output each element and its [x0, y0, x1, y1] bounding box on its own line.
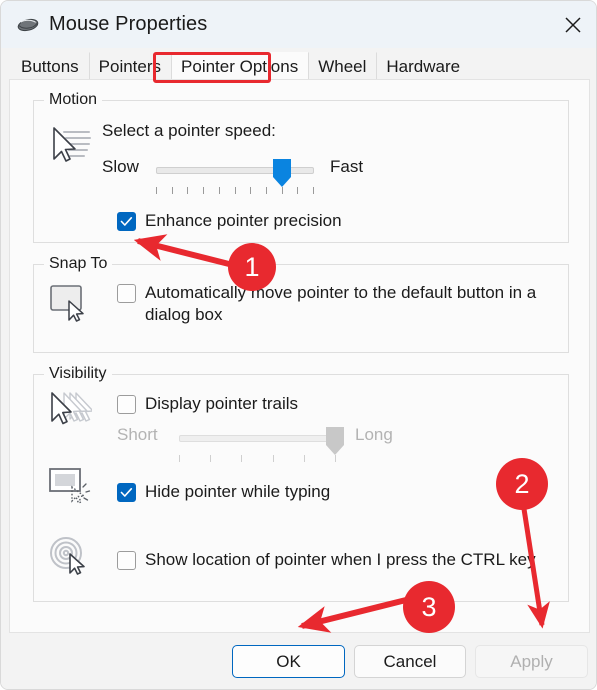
apply-button: Apply [475, 645, 588, 678]
pointer-trails-thumb[interactable] [325, 426, 345, 456]
enhance-pointer-precision-label: Enhance pointer precision [145, 211, 342, 230]
pointer-speed-icon [42, 121, 96, 167]
tab-strip: Buttons Pointers Pointer Options Wheel H… [1, 48, 596, 80]
pointer-trails-short-label: Short [117, 425, 158, 444]
pointer-speed-fast-label: Fast [330, 157, 364, 176]
checkbox-indicator-unchecked [117, 395, 136, 414]
pointer-trails-track[interactable] [179, 435, 336, 442]
display-pointer-trails-checkbox[interactable]: Display pointer trails [117, 393, 298, 415]
show-pointer-location-label: Show location of pointer when I press th… [145, 550, 536, 569]
pointer-speed-label: Select a pointer speed: [102, 121, 276, 140]
title-bar: Mouse Properties [1, 1, 596, 48]
show-pointer-location-checkbox[interactable]: Show location of pointer when I press th… [117, 549, 536, 571]
ok-button[interactable]: OK [232, 645, 345, 678]
snap-to-default-button-label: Automatically move pointer to the defaul… [145, 283, 537, 324]
mouse-properties-window: Mouse Properties Buttons Pointers Pointe… [0, 0, 597, 690]
tab-buttons[interactable]: Buttons [11, 52, 89, 80]
group-visibility-label: Visibility [44, 365, 112, 383]
checkbox-indicator-checked [117, 483, 136, 502]
close-icon[interactable] [548, 1, 596, 48]
group-snap-to-label: Snap To [44, 255, 113, 273]
group-visibility: Visibility Display pointer trails Short … [33, 365, 569, 602]
tab-pointer-options[interactable]: Pointer Options [171, 52, 309, 80]
tab-content-pointer-options: Motion Select a pointer speed: Slow Fast… [9, 79, 590, 633]
display-pointer-trails-label: Display pointer trails [145, 394, 299, 413]
hide-pointer-typing-checkbox[interactable]: Hide pointer while typing [117, 481, 330, 503]
hide-pointer-typing-icon [42, 463, 96, 509]
mouse-icon [17, 15, 39, 35]
show-pointer-location-icon [42, 531, 96, 577]
group-motion-label: Motion [44, 91, 103, 109]
checkbox-indicator-unchecked [117, 284, 136, 303]
hide-pointer-typing-label: Hide pointer while typing [145, 482, 331, 501]
pointer-speed-slow-label: Slow [102, 157, 139, 176]
pointer-trails-long-label: Long [355, 425, 393, 444]
pointer-speed-ticks [156, 187, 314, 195]
checkbox-indicator-unchecked [117, 551, 136, 570]
snap-to-default-button-checkbox[interactable]: Automatically move pointer to the defaul… [117, 282, 537, 326]
dialog-button-bar: OK Cancel Apply [1, 633, 596, 689]
pointer-trails-ticks [179, 455, 336, 463]
group-motion: Motion Select a pointer speed: Slow Fast… [33, 91, 569, 243]
window-title: Mouse Properties [49, 13, 208, 35]
tab-wheel[interactable]: Wheel [308, 52, 377, 80]
pointer-trails-length-slider[interactable]: Short Long [117, 425, 407, 465]
pointer-trails-icon [42, 387, 96, 433]
pointer-speed-thumb[interactable] [272, 158, 292, 188]
group-snap-to: Snap To Automatically move pointer to th… [33, 255, 569, 353]
pointer-speed-slider[interactable]: Slow Fast [102, 157, 402, 197]
checkbox-indicator-checked [117, 212, 136, 231]
tab-hardware[interactable]: Hardware [376, 52, 471, 80]
tab-pointers[interactable]: Pointers [88, 52, 172, 80]
cancel-button[interactable]: Cancel [354, 645, 466, 678]
enhance-pointer-precision-checkbox[interactable]: Enhance pointer precision [117, 210, 342, 232]
default-button-icon [42, 279, 96, 325]
